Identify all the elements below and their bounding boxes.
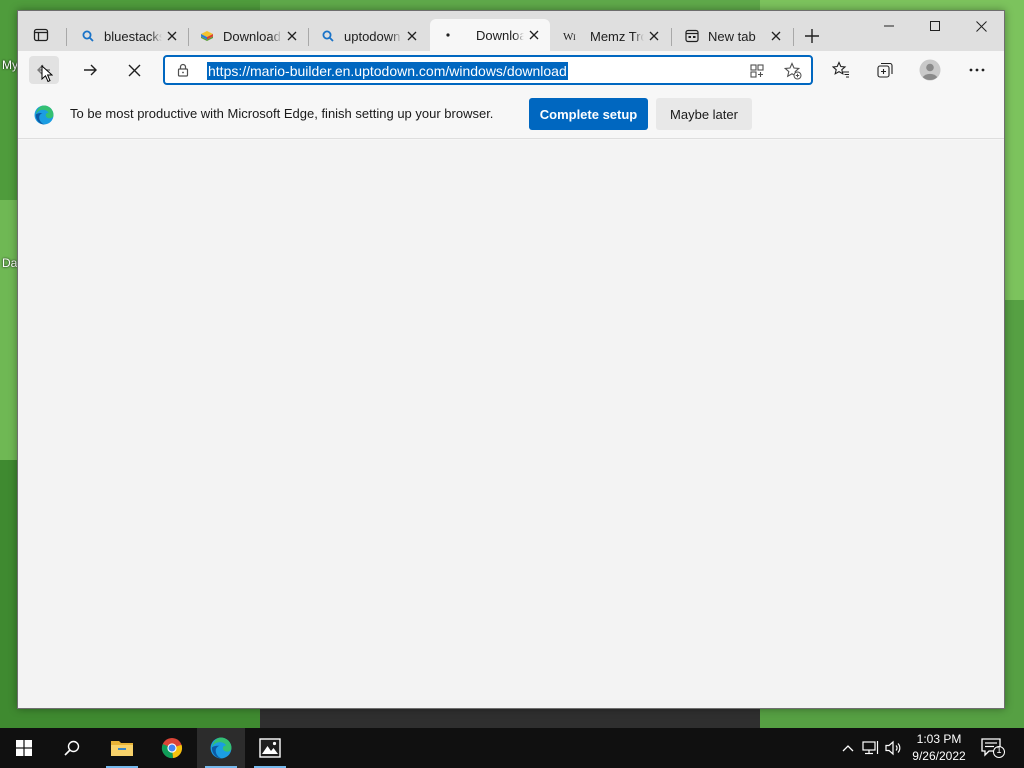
search-icon (320, 28, 336, 44)
tab-separator (671, 28, 672, 46)
search-icon (64, 740, 80, 756)
collections-icon (877, 62, 893, 78)
show-hidden-icons-chevron-icon[interactable] (838, 738, 858, 758)
avatar-icon (919, 59, 941, 81)
forward-button[interactable] (75, 56, 105, 84)
newtab-page-icon (684, 28, 700, 44)
clock-time: 1:03 PM (916, 732, 962, 746)
mouse-cursor-icon (41, 65, 53, 83)
back-button[interactable] (29, 56, 59, 84)
url-text[interactable]: https://mario-builder.en.uptodown.com/wi… (207, 62, 568, 80)
network-icon[interactable] (861, 738, 881, 758)
desktop-icon-label[interactable]: My (2, 58, 18, 72)
close-icon (975, 20, 987, 32)
system-clock[interactable]: 1:03 PM 9/26/2022 (905, 731, 973, 765)
infobar-message: To be most productive with Microsoft Edg… (70, 106, 494, 121)
edge-browser-window: bluestacks Download uptodown Download WI… (17, 10, 1005, 709)
taskbar-edge[interactable] (197, 728, 245, 768)
add-favorite-star-icon[interactable] (783, 61, 803, 81)
close-tab-button[interactable] (524, 25, 544, 45)
close-icon (287, 31, 297, 41)
settings-more-button[interactable] (962, 56, 992, 84)
more-dots-icon (969, 68, 985, 72)
minimize-button[interactable] (866, 11, 912, 41)
tab-bluestacks-download[interactable]: Download (189, 21, 308, 51)
notification-count-badge: 1 (996, 745, 1002, 755)
action-center-button[interactable]: 1 (980, 736, 1006, 760)
start-button[interactable] (0, 728, 48, 768)
svg-text:I: I (573, 33, 576, 42)
close-tab-button[interactable] (644, 26, 664, 46)
plus-icon (805, 29, 819, 43)
tab-actions-icon (33, 28, 49, 42)
tab-actions-button[interactable] (28, 24, 54, 46)
tab-uptodown-search[interactable]: uptodown (310, 21, 428, 51)
tab-title: Memz Tro (590, 28, 644, 44)
tab-new-tab[interactable]: New tab (674, 21, 792, 51)
page-content-area[interactable] (18, 140, 1004, 708)
favorites-star-list-icon (832, 61, 849, 78)
taskbar-photos[interactable] (246, 728, 294, 768)
tab-title: bluestacks (104, 28, 162, 44)
maximize-icon (930, 21, 940, 31)
photos-icon (259, 738, 281, 758)
tab-title: Download (476, 27, 524, 43)
edge-icon (210, 737, 232, 759)
profile-button[interactable] (915, 56, 945, 84)
windows-logo-icon (16, 740, 32, 756)
maximize-button[interactable] (912, 11, 958, 41)
close-window-button[interactable] (958, 11, 1004, 41)
close-icon (167, 31, 177, 41)
close-tab-button[interactable] (766, 26, 786, 46)
edge-logo-icon (34, 105, 54, 125)
close-tab-button[interactable] (402, 26, 422, 46)
taskbar: 1:03 PM 9/26/2022 1 (0, 728, 1024, 768)
tab-separator (66, 28, 67, 46)
address-bar[interactable]: https://mario-builder.en.uptodown.com/wi… (163, 55, 813, 85)
tab-strip: bluestacks Download uptodown Download WI… (18, 11, 1004, 51)
favorites-button[interactable] (826, 56, 856, 84)
tab-memz-wikipedia[interactable]: WI Memz Tro (552, 21, 670, 51)
desktop-icon-label[interactable]: Da (2, 256, 17, 270)
wikipedia-w-icon: WI (562, 28, 582, 44)
navigation-toolbar: https://mario-builder.en.uptodown.com/wi… (18, 51, 1004, 89)
new-tab-button[interactable] (800, 24, 824, 48)
tab-title: uptodown (344, 28, 401, 44)
close-icon (407, 31, 417, 41)
setup-infobar: To be most productive with Microsoft Edg… (18, 89, 1004, 139)
clock-date: 9/26/2022 (912, 749, 966, 763)
volume-icon[interactable] (884, 738, 904, 758)
folder-icon (111, 741, 133, 756)
close-tab-button[interactable] (162, 26, 182, 46)
tab-title: Download (223, 28, 281, 44)
search-icon (80, 28, 96, 44)
tab-bluestacks-search[interactable]: bluestacks (70, 21, 188, 51)
chrome-icon (161, 738, 183, 759)
lock-icon[interactable] (175, 62, 191, 78)
maybe-later-button[interactable]: Maybe later (656, 98, 752, 130)
taskbar-search-button[interactable] (48, 728, 96, 768)
close-icon (529, 30, 539, 40)
bluestacks-logo-icon (199, 28, 215, 44)
app-available-icon[interactable] (747, 61, 767, 81)
close-tab-button[interactable] (282, 26, 302, 46)
tab-mario-builder-download[interactable]: Download (430, 19, 550, 51)
minimize-icon (884, 25, 894, 27)
complete-setup-button[interactable]: Complete setup (529, 98, 648, 130)
taskbar-file-explorer[interactable] (98, 728, 146, 768)
tab-title: New tab (708, 28, 756, 44)
stop-x-icon (128, 64, 140, 76)
taskbar-chrome[interactable] (148, 728, 196, 768)
loading-dot-icon (440, 27, 456, 43)
stop-loading-button[interactable] (119, 56, 149, 84)
close-icon (649, 31, 659, 41)
tab-separator (793, 28, 794, 46)
tab-separator (308, 28, 309, 46)
forward-arrow-icon (84, 64, 97, 76)
collections-button[interactable] (870, 56, 900, 84)
close-icon (771, 31, 781, 41)
notification-icon (981, 738, 1005, 758)
